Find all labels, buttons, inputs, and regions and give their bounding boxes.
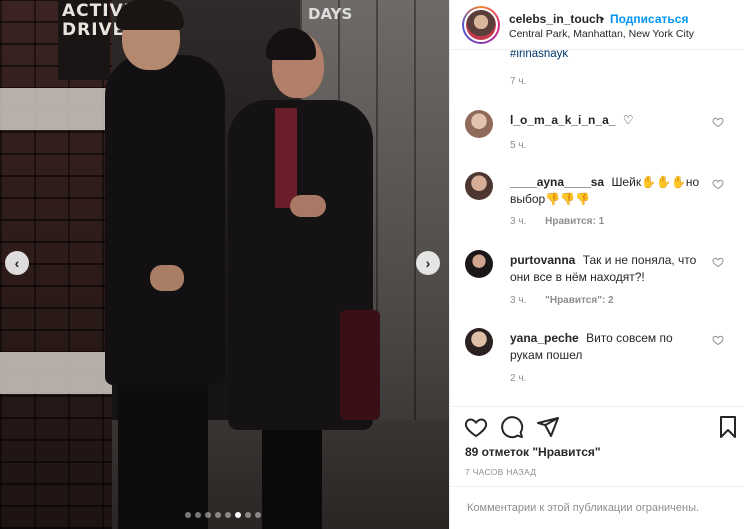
comment-text: ♡: [622, 113, 634, 127]
carousel-prev-button[interactable]: ‹: [5, 251, 29, 275]
comments-closed-notice: Комментарии к этой публикации ограничены…: [450, 486, 744, 529]
avatar[interactable]: [462, 6, 500, 44]
carousel-next-button[interactable]: ›: [416, 251, 440, 275]
chevron-right-icon: ›: [425, 255, 431, 271]
post-photo[interactable]: DAYS ACTIVE DRIVE ‹ ›: [0, 0, 449, 529]
comment-time: 3 ч.: [510, 295, 527, 306]
comment-likes[interactable]: "Нравится": 2: [545, 295, 614, 306]
heart-icon[interactable]: [712, 178, 724, 190]
comment-meta: 5 ч.: [510, 140, 526, 151]
comment-username[interactable]: purtovanna: [510, 253, 575, 267]
photo-bag: [340, 310, 380, 420]
heart-icon[interactable]: [712, 334, 724, 346]
comment-time: 3 ч.: [510, 216, 527, 227]
carousel-dot: [255, 512, 261, 518]
comment-avatar[interactable]: [465, 250, 493, 278]
comment-username[interactable]: ____ayna____sa: [510, 175, 604, 189]
carousel-dot: [225, 512, 231, 518]
heart-icon[interactable]: [712, 256, 724, 268]
comment-meta: 3 ч. Нравится: 1: [510, 216, 604, 227]
photo-woman-legs: [262, 420, 322, 529]
photo-man-hand: [150, 265, 184, 291]
carousel-dot: [195, 512, 201, 518]
comment-avatar[interactable]: [465, 328, 493, 356]
chevron-left-icon: ‹: [14, 255, 20, 271]
heart-icon[interactable]: [464, 415, 488, 439]
carousel-dot: [245, 512, 251, 518]
comment-avatar[interactable]: [465, 172, 493, 200]
photo-man-hair: [116, 0, 184, 30]
comments-list[interactable]: #irinashayk 7 ч. l_o_m_a_k_i_n_a_ ♡ 5 ч.…: [450, 50, 744, 406]
caption-hashtag[interactable]: #irinashayk: [510, 50, 568, 60]
post-header: celebs_in_touch • Подписаться Central Pa…: [450, 0, 744, 50]
bookmark-icon[interactable]: [716, 415, 740, 439]
comment-icon[interactable]: [500, 415, 524, 439]
comment-username[interactable]: l_o_m_a_k_i_n_a_: [510, 113, 615, 127]
comment-likes[interactable]: Нравится: 1: [545, 216, 604, 227]
heart-icon[interactable]: [712, 116, 724, 128]
photo-woman-hand: [290, 195, 326, 217]
header-separator: •: [600, 12, 605, 26]
caption-time: 7 ч.: [510, 76, 527, 87]
photo-man-legs: [118, 370, 208, 529]
likes-count[interactable]: 89 отметок "Нравится": [465, 445, 601, 459]
header-username[interactable]: celebs_in_touch: [509, 12, 603, 26]
comment-time: 5 ч.: [510, 140, 527, 151]
photo-woman-scarf: [275, 108, 297, 208]
carousel-dot: [215, 512, 221, 518]
post-actions-bar: [450, 406, 744, 442]
photo-man-coat: [105, 55, 225, 385]
photo-street-sign: ACTIVE DRIVE: [58, 0, 135, 80]
post-timestamp[interactable]: 7 ЧАСОВ НАЗАД: [465, 467, 536, 477]
share-icon[interactable]: [536, 415, 560, 439]
follow-button[interactable]: Подписаться: [610, 12, 688, 26]
carousel-dot: [205, 512, 211, 518]
comment-time: 2 ч.: [510, 373, 527, 384]
post-side-panel: celebs_in_touch • Подписаться Central Pa…: [449, 0, 744, 529]
carousel-dot: [185, 512, 191, 518]
carousel-dot: [235, 512, 241, 518]
comment-meta: 3 ч. "Нравится": 2: [510, 295, 614, 306]
comment-username[interactable]: yana_peche: [510, 331, 579, 345]
comment-avatar[interactable]: [465, 110, 493, 138]
header-location[interactable]: Central Park, Manhattan, New York City: [509, 28, 694, 40]
carousel-indicator: [185, 512, 261, 518]
comment-meta: 2 ч.: [510, 373, 526, 384]
